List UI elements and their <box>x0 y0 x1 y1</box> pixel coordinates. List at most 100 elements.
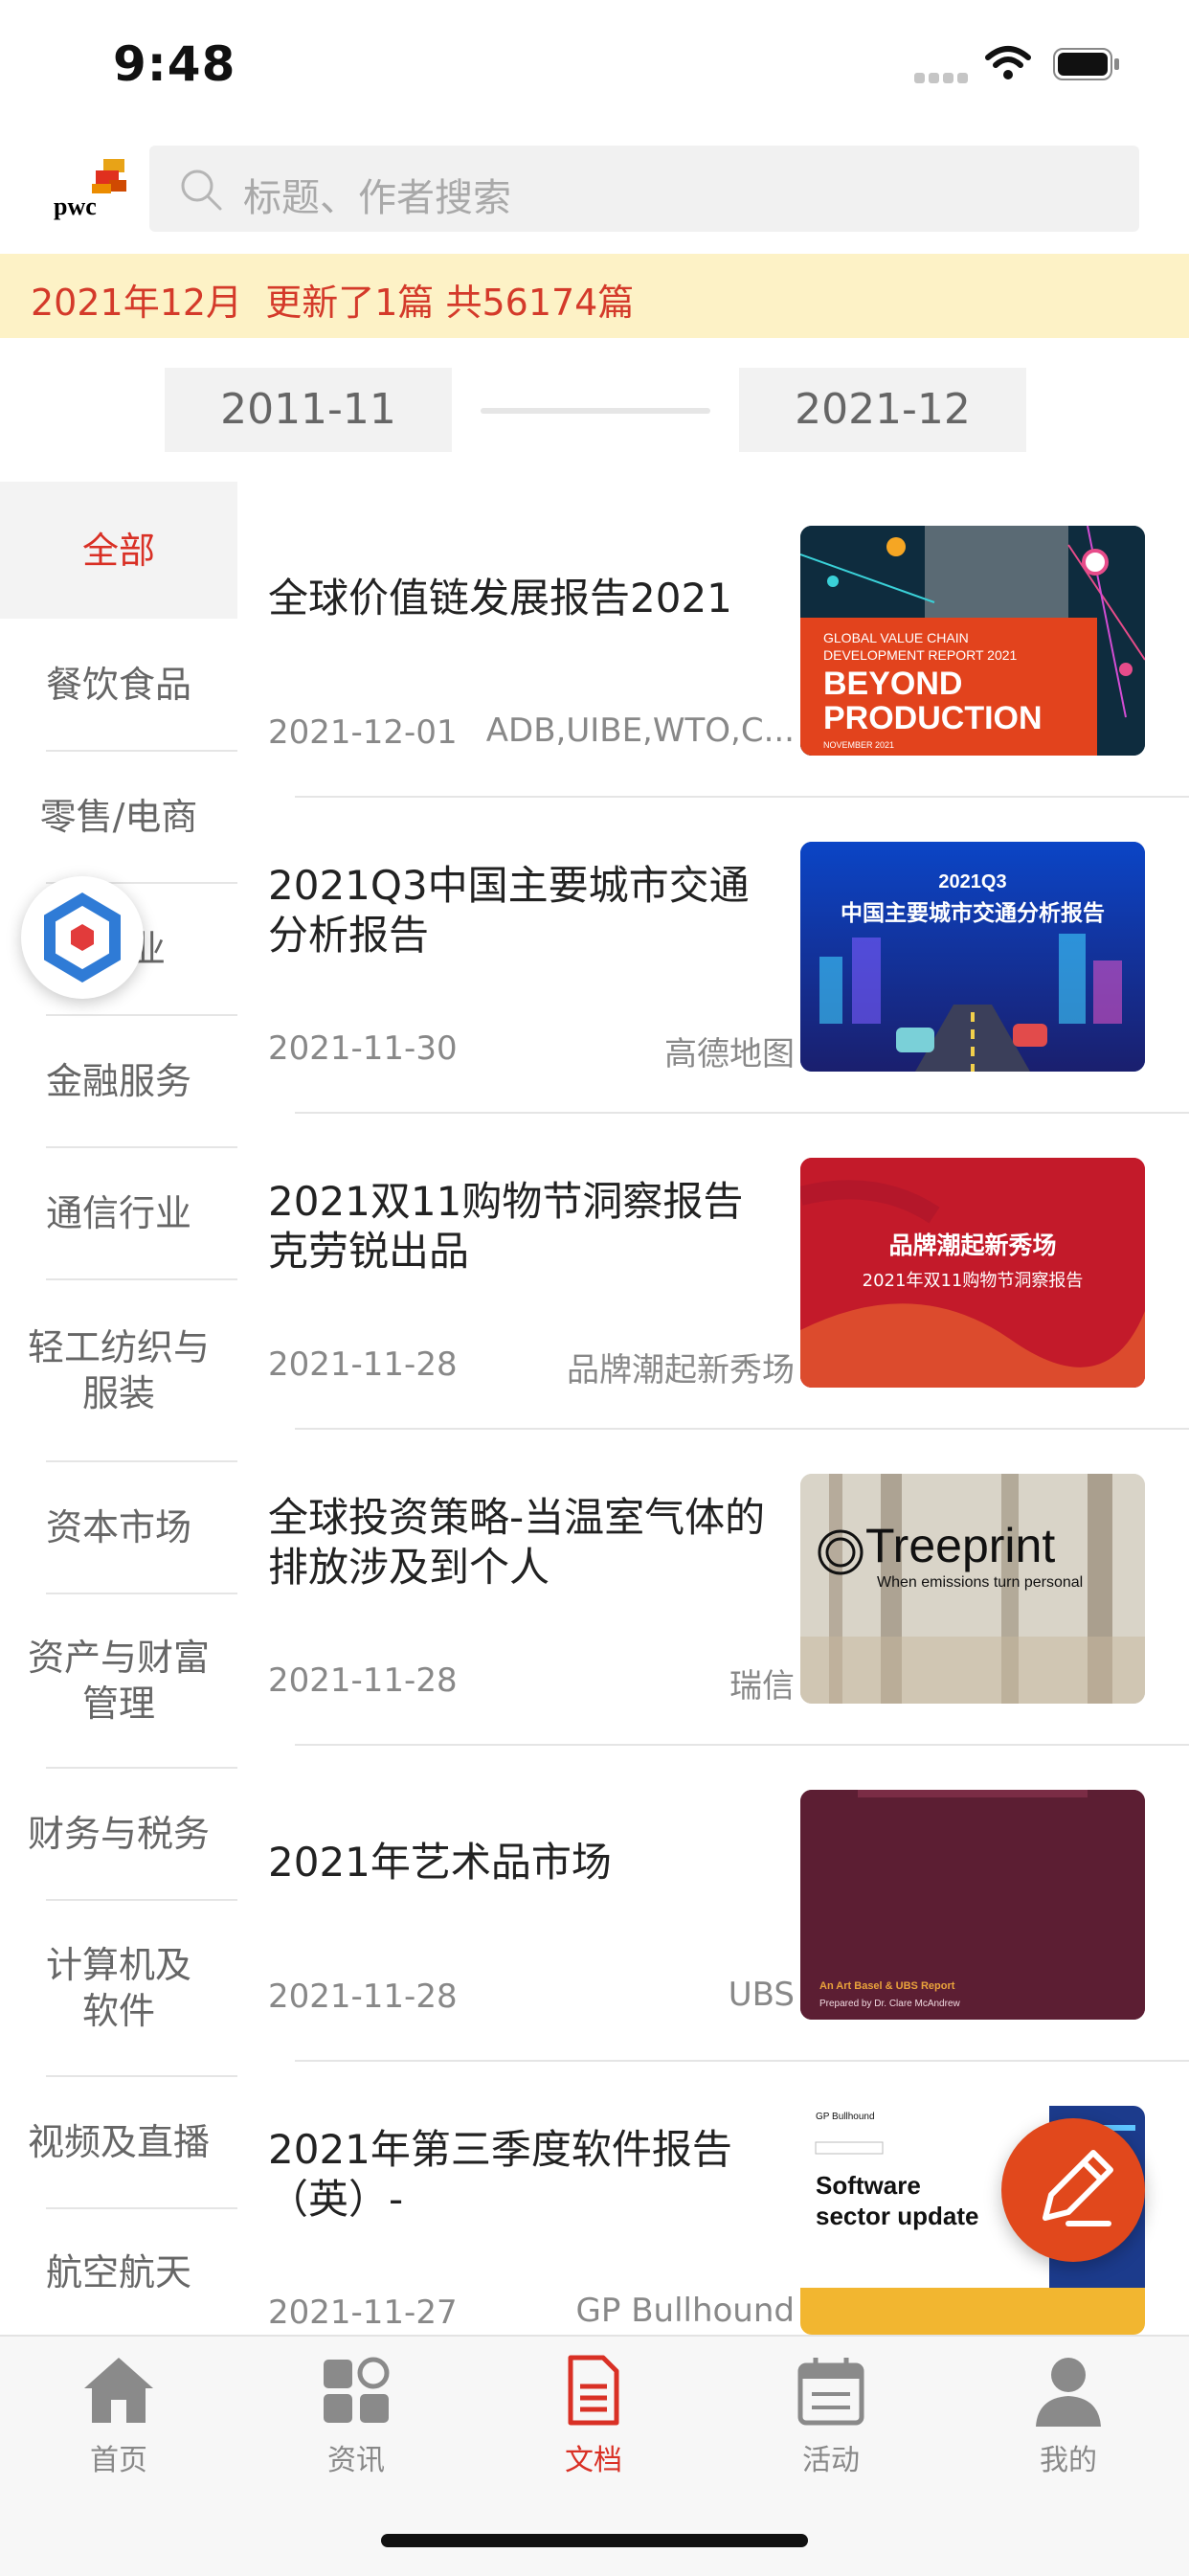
report-source: 品牌潮起新秀场 <box>567 1351 795 1390</box>
floating-assistant-button[interactable] <box>21 876 144 999</box>
report-source: 高德地图 <box>664 1035 795 1073</box>
report-date: 2021-11-30 <box>268 1029 458 1068</box>
search-input-placeholder[interactable]: 标题、作者搜索 <box>243 167 511 222</box>
thumb-line-1: 品牌潮起新秀场 <box>888 1232 1056 1259</box>
category-label: 航空航天 <box>45 2250 191 2294</box>
category-item[interactable]: 资产与财富 管理 <box>0 1594 237 1767</box>
report-title: 2021Q3中国主要城市交通分析报告 <box>268 862 750 959</box>
report-title: 全球价值链发展报告2021 <box>268 575 732 621</box>
report-list-item[interactable]: 2021双11购物节洞察报告克劳锐出品 2021-11-28 品牌潮起新秀场 品… <box>237 1114 1189 1430</box>
category-item[interactable]: 餐饮食品 <box>0 619 237 750</box>
tab-label: 资讯 <box>327 2444 385 2477</box>
category-item[interactable]: 财务与税务 <box>0 1769 237 1899</box>
category-label: 零售/电商 <box>39 796 198 838</box>
date-range-divider <box>481 408 710 414</box>
pencil-icon <box>1043 2150 1113 2226</box>
report-title: 2021年艺术品市场 <box>268 1839 612 1886</box>
thumb-line-2: Software <box>816 2171 921 2200</box>
category-item-all[interactable]: 全部 <box>0 482 237 619</box>
date-range-start[interactable]: 2011-11 <box>165 368 452 452</box>
battery-icon <box>1053 48 1119 80</box>
network-graphic: GLOBAL VALUE CHAIN DEVELOPMENT REPORT 20… <box>800 526 1145 756</box>
category-label: 金融服务 <box>45 1060 191 1102</box>
report-source: 瑞信 <box>729 1667 795 1706</box>
category-item[interactable]: 金融服务 <box>0 1016 237 1146</box>
tab-label: 活动 <box>802 2444 860 2477</box>
forest-graphic: Treeprint When emissions turn personal <box>800 1474 1145 1704</box>
report-date: 2021-11-28 <box>268 1661 458 1700</box>
report-title: 2021双11购物节洞察报告克劳锐出品 <box>268 1178 744 1275</box>
category-item[interactable]: 轻工纺织与 服装 <box>0 1280 237 1460</box>
svg-text:pwc: pwc <box>54 192 97 220</box>
update-banner-text: 2021年12月 更新了1篇 共56174篇 <box>31 282 635 324</box>
thumb-line-1: GP Bullhound <box>816 2112 875 2122</box>
date-range-end[interactable]: 2021-12 <box>739 368 1026 452</box>
category-sidebar: 全部 餐饮食品 零售/电商 业 金融服务 通信行业 轻工纺织与 服装 资本市场 … <box>0 482 237 2335</box>
thumb-small: NOVEMBER 2021 <box>823 740 894 750</box>
thumb-line-1: GLOBAL VALUE CHAIN <box>823 630 969 645</box>
report-date: 2021-12-01 <box>268 713 458 752</box>
category-item[interactable]: 资本市场 <box>0 1462 237 1593</box>
category-label: 通信行业 <box>45 1192 191 1234</box>
category-label: 视频及直播 <box>27 2121 210 2163</box>
thumb-line-2: 中国主要城市交通分析报告 <box>841 900 1105 926</box>
category-item[interactable]: 通信行业 <box>0 1148 237 1278</box>
pwc-logo: pwc <box>54 159 126 220</box>
category-label: 轻工纺织与 服装 <box>27 1326 210 1414</box>
hexagon-icon <box>44 893 121 983</box>
compose-button[interactable] <box>1001 2118 1145 2262</box>
category-label: 财务与税务 <box>27 1813 210 1855</box>
category-item[interactable]: 视频及直播 <box>0 2077 237 2207</box>
red-cover-graphic: 品牌潮起新秀场 2021年双11购物节洞察报告 <box>800 1158 1145 1388</box>
tab-documents[interactable]: 文档 <box>475 2337 712 2490</box>
category-item[interactable]: 计算机及 软件 <box>0 1901 237 2075</box>
search-bar[interactable]: 标题、作者搜索 <box>149 146 1139 232</box>
report-thumbnail: 2021Q3 中国主要城市交通分析报告 <box>800 842 1145 1072</box>
tab-profile[interactable]: 我的 <box>950 2337 1187 2490</box>
thumb-line-2: DEVELOPMENT REPORT 2021 <box>823 647 1018 663</box>
home-indicator <box>381 2534 808 2547</box>
category-label: 资产与财富 管理 <box>27 1637 210 1725</box>
report-list-item[interactable]: 2021Q3中国主要城市交通分析报告 2021-11-30 高德地图 2021Q… <box>237 798 1189 1114</box>
wifi-icon <box>985 46 1031 79</box>
thumb-big-1: BEYOND <box>823 666 962 702</box>
tab-label: 文档 <box>565 2444 622 2477</box>
home-icon <box>84 2358 153 2423</box>
art-market-graphic: An Art Basel & UBS Report Prepared by Dr… <box>800 1790 1145 2020</box>
category-label: 餐饮食品 <box>45 663 191 706</box>
calendar-icon <box>797 2358 864 2426</box>
report-thumbnail: GLOBAL VALUE CHAIN DEVELOPMENT REPORT 20… <box>800 526 1145 756</box>
thumb-big-2: PRODUCTION <box>823 700 1043 736</box>
category-label: 资本市场 <box>45 1506 191 1548</box>
category-item[interactable]: 航空航天 <box>0 2209 237 2335</box>
report-thumbnail: 品牌潮起新秀场 2021年双11购物节洞察报告 <box>800 1158 1145 1388</box>
search-icon <box>181 169 222 211</box>
status-time: 9:48 <box>113 36 236 92</box>
report-title: 全球投资策略-当温室气体的排放涉及到个人 <box>268 1494 766 1591</box>
profile-icon <box>1036 2358 1101 2427</box>
category-label: 全部 <box>81 529 155 572</box>
report-source: GP Bullhound <box>575 2292 795 2330</box>
report-thumbnail: Treeprint When emissions turn personal <box>800 1474 1145 1704</box>
cellular-signal-icon <box>914 69 972 87</box>
thumb-line-1: 2021Q3 <box>938 871 1006 893</box>
city-traffic-graphic: 2021Q3 中国主要城市交通分析报告 <box>800 842 1145 1072</box>
thumb-line-1: Treeprint <box>865 1519 1055 1572</box>
report-thumbnail: An Art Basel & UBS Report Prepared by Dr… <box>800 1790 1145 2020</box>
report-list-item[interactable]: 全球投资策略-当温室气体的排放涉及到个人 2021-11-28 瑞信 Treep… <box>237 1430 1189 1746</box>
report-list-item[interactable]: 2021年艺术品市场 2021-11-28 UBS An Art Basel &… <box>237 1746 1189 2062</box>
tab-news[interactable]: 资讯 <box>237 2337 475 2490</box>
tab-events[interactable]: 活动 <box>712 2337 950 2490</box>
category-item[interactable]: 零售/电商 <box>0 752 237 882</box>
thumb-line-2: 2021年双11购物节洞察报告 <box>863 1271 1084 1291</box>
tab-label: 首页 <box>90 2444 147 2477</box>
report-list-item[interactable]: 全球价值链发展报告2021 2021-12-01 ADB,UIBE,WTO,C.… <box>237 482 1189 798</box>
tab-home[interactable]: 首页 <box>0 2337 237 2490</box>
report-title: 2021年第三季度软件报告（英）- <box>268 2126 732 2223</box>
report-source: UBS <box>728 1976 795 2014</box>
news-icon <box>324 2357 390 2423</box>
thumb-line-3: sector update <box>816 2202 979 2230</box>
thumb-line-2: Prepared by Dr. Clare McAndrew <box>819 1999 961 2009</box>
tab-label: 我的 <box>1040 2444 1097 2477</box>
report-date: 2021-11-27 <box>268 2294 458 2332</box>
